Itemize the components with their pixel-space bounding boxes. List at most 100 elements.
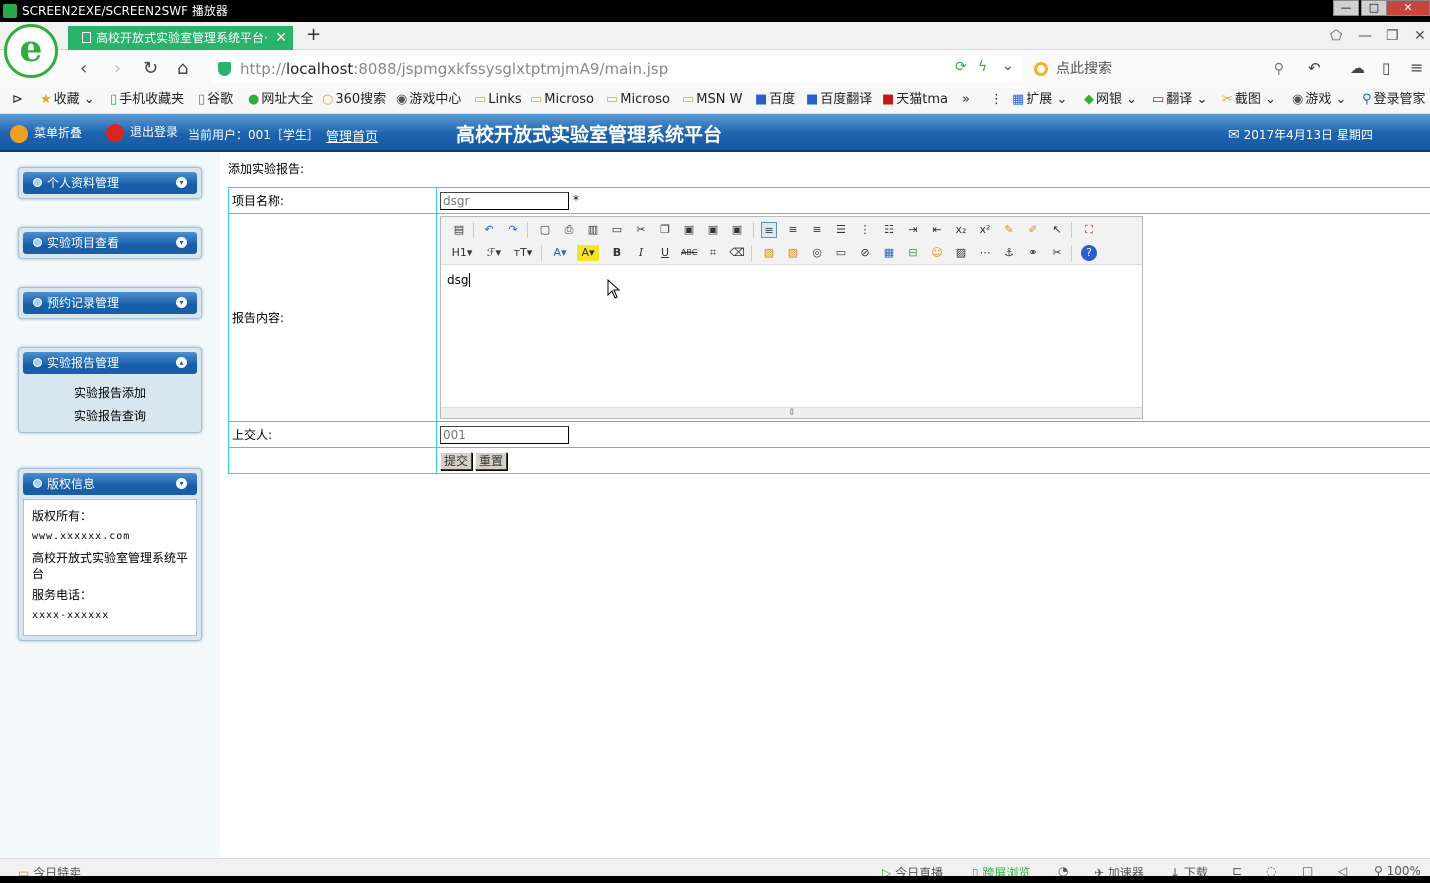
more-bookmarks-icon[interactable]: » bbox=[962, 88, 970, 112]
link-query-report[interactable]: 实验报告查询 bbox=[23, 405, 197, 428]
mobile-icon[interactable]: ▯ bbox=[1382, 59, 1390, 77]
search-icon[interactable]: ⚲ bbox=[1274, 56, 1284, 82]
panel-header-reservations[interactable]: 预约记录管理 ▾ bbox=[23, 292, 197, 314]
help-icon[interactable]: ? bbox=[1081, 245, 1097, 261]
cloud-icon[interactable]: ☁ bbox=[1350, 59, 1365, 77]
subscript-icon[interactable]: x₂ bbox=[953, 222, 969, 238]
table-icon[interactable]: ▦ bbox=[881, 245, 897, 261]
editor-resize-handle[interactable]: ⇕ bbox=[441, 407, 1142, 418]
bookmark-item[interactable]: ▯ 手机收藏夹 bbox=[110, 88, 184, 112]
preview-icon[interactable]: ▢ bbox=[537, 222, 553, 238]
multi-image-icon[interactable]: ▨ bbox=[785, 245, 801, 261]
tab-active[interactable]: 高校开放式实验室管理系统平台· ✕ bbox=[68, 26, 293, 50]
redo-icon[interactable]: ↷ bbox=[505, 222, 521, 238]
copy-icon[interactable]: ❐ bbox=[657, 222, 673, 238]
submit-button[interactable]: 提交 bbox=[440, 451, 473, 470]
minimize-button[interactable]: — bbox=[1333, 0, 1359, 16]
search-input[interactable]: 点此搜索 ⚲ bbox=[1028, 56, 1290, 82]
fullscreen-icon[interactable]: ⛶ bbox=[1081, 222, 1097, 238]
superscript-icon[interactable]: x² bbox=[977, 222, 993, 238]
menu-icon[interactable]: ≡ bbox=[1410, 58, 1423, 77]
bookmark-item[interactable]: ▭ Links bbox=[474, 88, 522, 112]
player-scrollbar[interactable] bbox=[0, 876, 1430, 883]
strikethrough-icon[interactable]: ABC bbox=[681, 245, 697, 261]
bold-icon[interactable]: B bbox=[609, 245, 625, 261]
bookmark-item[interactable]: ▭ Microso bbox=[530, 88, 594, 112]
line-height-icon[interactable]: ⌗ bbox=[705, 245, 721, 261]
flash-icon[interactable]: ◎ bbox=[809, 245, 825, 261]
anchor-icon[interactable]: ⚓ bbox=[1001, 245, 1017, 261]
panel-header-reports[interactable]: 实验报告管理 ▴ bbox=[23, 352, 197, 374]
new-tab-button[interactable]: + bbox=[306, 24, 321, 45]
clear-format-icon[interactable]: ✎ bbox=[1001, 222, 1017, 238]
bookmark-item[interactable]: ★ 收藏 ⌄ bbox=[40, 88, 95, 112]
bookmark-item[interactable]: ▯ 谷歌 bbox=[198, 88, 233, 112]
bookmark-item[interactable]: ◉ 游戏中心 bbox=[396, 88, 461, 112]
bookmark-item[interactable]: ■ 天猫tma bbox=[882, 88, 948, 112]
ext-item[interactable]: ✂ 截图 ⌄ bbox=[1222, 88, 1276, 112]
home-icon[interactable]: ⌂ bbox=[177, 58, 188, 79]
align-right-icon[interactable]: ≡ bbox=[809, 222, 825, 238]
ext-item[interactable]: ◆ 网银 ⌄ bbox=[1084, 88, 1137, 112]
pointer-icon[interactable]: ↖ bbox=[1049, 222, 1065, 238]
bookmark-item[interactable]: ○ 360搜索 bbox=[322, 88, 386, 112]
browser-maximize-icon[interactable]: ❐ bbox=[1386, 28, 1399, 44]
menu-fold-button[interactable]: 菜单折叠 bbox=[10, 124, 82, 143]
select-all-icon[interactable]: ✐ bbox=[1025, 222, 1041, 238]
maximize-button[interactable]: □ bbox=[1361, 0, 1387, 16]
ext-item[interactable]: ▦ 扩展 ⌄ bbox=[1012, 88, 1067, 112]
bookmark-item[interactable]: ■ 百度 bbox=[755, 88, 795, 112]
indent-icon[interactable]: ⇥ bbox=[905, 222, 921, 238]
hr-icon[interactable]: ⊟ bbox=[905, 245, 921, 261]
align-center-icon[interactable]: ≡ bbox=[785, 222, 801, 238]
sidebar-toggle-icon[interactable]: ⊳ bbox=[12, 88, 23, 112]
undo-icon[interactable]: ↶ bbox=[481, 222, 497, 238]
link-add-report[interactable]: 实验报告添加 bbox=[23, 382, 197, 405]
forward-icon[interactable]: › bbox=[114, 58, 121, 79]
print-icon[interactable]: ⎙ bbox=[561, 222, 577, 238]
browser-close-icon[interactable]: ✕ bbox=[1414, 28, 1426, 44]
bookmark-item[interactable]: ● 网址大全 bbox=[248, 88, 313, 112]
unlink-icon[interactable]: ✂ bbox=[1049, 245, 1065, 261]
refresh-mode-icon[interactable]: ⟳ bbox=[955, 59, 967, 75]
tab-close-icon[interactable]: ✕ bbox=[275, 26, 287, 50]
url-dropdown-icon[interactable]: ⌄ bbox=[1002, 58, 1014, 74]
paste-text-icon[interactable]: ▣ bbox=[705, 222, 721, 238]
bookmark-item[interactable]: ▭ Microso bbox=[606, 88, 670, 112]
underline-icon[interactable]: U bbox=[657, 245, 673, 261]
cut-icon[interactable]: ✂ bbox=[633, 222, 649, 238]
logout-button[interactable]: 退出登录 bbox=[106, 123, 178, 142]
browser-minimize-icon[interactable]: — bbox=[1358, 28, 1372, 44]
address-input[interactable]: http://localhost:8088/jspmgxkfssysglxtpt… bbox=[212, 56, 1022, 82]
editor-content-area[interactable]: dsg bbox=[441, 265, 1142, 407]
reload-icon[interactable]: ↻ bbox=[143, 58, 158, 79]
font-color-icon[interactable]: A▾ bbox=[549, 245, 571, 261]
justify-icon[interactable]: ☰ bbox=[833, 222, 849, 238]
align-left-icon[interactable]: ≡ bbox=[761, 222, 777, 238]
bookmark-item[interactable]: ■ 百度翻译 bbox=[806, 88, 872, 112]
paste-word-icon[interactable]: ▣ bbox=[729, 222, 745, 238]
italic-icon[interactable]: I bbox=[633, 245, 649, 261]
outdent-icon[interactable]: ⇤ bbox=[929, 222, 945, 238]
code-icon[interactable]: ▭ bbox=[609, 222, 625, 238]
browser-logo-icon[interactable]: e bbox=[4, 24, 58, 78]
eraser-icon[interactable]: ⌫ bbox=[729, 245, 745, 261]
project-name-input[interactable]: dsgr bbox=[440, 191, 569, 210]
bookmark-item[interactable]: ▭ MSN W bbox=[682, 88, 742, 112]
reset-button[interactable]: 重置 bbox=[475, 451, 508, 470]
restore-tabs-icon[interactable]: ⬠ bbox=[1330, 28, 1342, 44]
speed-mode-icon[interactable]: ϟ bbox=[978, 59, 987, 75]
unordered-list-icon[interactable]: ☷ bbox=[881, 222, 897, 238]
source-icon[interactable]: ▤ bbox=[451, 222, 467, 238]
paste-icon[interactable]: ▣ bbox=[681, 222, 697, 238]
font-size-icon[interactable]: тT▾ bbox=[511, 245, 535, 261]
ext-item[interactable]: ◉ 游戏 ⌄ bbox=[1292, 88, 1346, 112]
undo-close-icon[interactable]: ↶ bbox=[1308, 59, 1321, 77]
font-family-icon[interactable]: ℱ▾ bbox=[483, 245, 505, 261]
submitter-input[interactable]: 001 bbox=[440, 425, 569, 444]
pagebreak-icon[interactable]: ⋯ bbox=[977, 245, 993, 261]
emoticon-icon[interactable]: ☺ bbox=[929, 245, 945, 261]
ext-item[interactable]: ⚲ 登录管家 bbox=[1362, 88, 1426, 112]
attach-icon[interactable]: ⊘ bbox=[857, 245, 873, 261]
home-link[interactable]: 管理首页 bbox=[326, 126, 378, 145]
